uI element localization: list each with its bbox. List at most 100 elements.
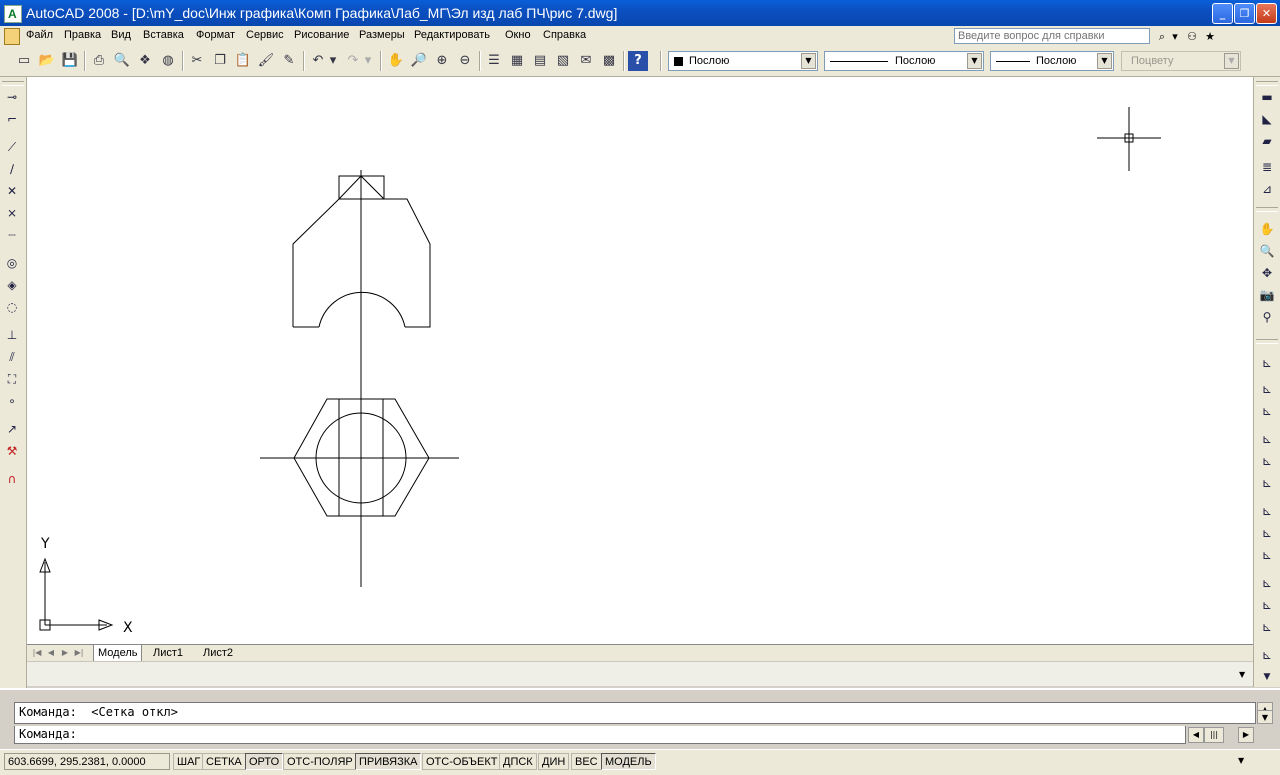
scroll-left-icon[interactable]: ◀: [1188, 727, 1204, 743]
chevron-down-icon[interactable]: ▾: [1170, 29, 1180, 44]
ucs-z-icon[interactable]: ⊾: [1257, 617, 1277, 637]
first-tab-icon[interactable]: |◀: [31, 647, 43, 659]
ray-icon[interactable]: ∕: [2, 159, 22, 179]
linetype-combo[interactable]: Послою ▼: [824, 51, 984, 71]
ucs-world-icon[interactable]: ⊾: [1257, 379, 1277, 399]
document-icon[interactable]: [4, 28, 20, 45]
point-icon[interactable]: ∘: [2, 391, 22, 411]
lineweight-combo[interactable]: Послою ▼: [990, 51, 1114, 71]
menu-format[interactable]: Формат: [196, 29, 235, 41]
command-input[interactable]: Команда:: [14, 726, 1186, 744]
zoom-previous-icon[interactable]: ⊖: [455, 51, 475, 71]
layer-previous-icon[interactable]: ◣: [1257, 109, 1277, 129]
text-style-icon[interactable]: ≣: [1257, 157, 1277, 177]
dyn-toggle[interactable]: ДИН: [538, 753, 570, 770]
construction-line-icon[interactable]: ⌐: [2, 109, 22, 129]
polar-toggle[interactable]: ОТС-ПОЛЯР: [283, 753, 357, 770]
toolbar-grip[interactable]: [1256, 207, 1278, 212]
toolbar-grip[interactable]: [1256, 339, 1278, 344]
revcloud-icon[interactable]: ◌: [2, 297, 22, 317]
nearest-icon[interactable]: ↗: [2, 419, 22, 439]
tab-layout2[interactable]: Лист2: [199, 645, 237, 661]
help-icon[interactable]: ?: [628, 51, 648, 71]
undo-icon[interactable]: ↶: [308, 51, 328, 71]
sheet-set-icon[interactable]: ▧: [553, 51, 573, 71]
menu-dimension[interactable]: Размеры: [359, 29, 405, 41]
extend-icon[interactable]: ✕: [2, 181, 22, 201]
grid-toggle[interactable]: СЕТКА: [202, 753, 246, 770]
perpendicular-icon[interactable]: ⊥: [2, 325, 22, 345]
publish-icon[interactable]: ❖: [135, 51, 155, 71]
line-icon[interactable]: ⊸: [2, 87, 22, 107]
break-icon[interactable]: ┈: [2, 225, 22, 245]
layer-manager-icon[interactable]: ▬: [1257, 87, 1277, 107]
circle-icon[interactable]: ◎: [2, 253, 22, 273]
ucs-object-icon[interactable]: ⊾: [1257, 451, 1277, 471]
snap-toggle[interactable]: ШАГ: [173, 753, 205, 770]
plot-icon[interactable]: ⎙: [89, 51, 109, 71]
ucs-icon[interactable]: ⊾: [1257, 353, 1277, 373]
save-icon[interactable]: 💾: [60, 51, 80, 71]
search-icon[interactable]: ⌕: [1154, 29, 1170, 44]
redo-dropdown-icon[interactable]: ▾: [363, 51, 373, 71]
scroll-down-icon[interactable]: ▼: [1239, 670, 1245, 679]
plot-preview-icon[interactable]: 🔍: [112, 51, 132, 71]
design-center-icon[interactable]: ▦: [507, 51, 527, 71]
otrack-toggle[interactable]: ОТС-ОБЪЕКТ: [422, 753, 502, 770]
3d-orbit-icon[interactable]: ✥: [1257, 263, 1277, 283]
redo-icon[interactable]: ↷: [343, 51, 363, 71]
walk-icon[interactable]: ⚲: [1257, 307, 1277, 327]
undo-dropdown-icon[interactable]: ▾: [328, 51, 338, 71]
ucs-previous-icon[interactable]: ⊾: [1257, 401, 1277, 421]
zoom-window-icon[interactable]: ⊕: [432, 51, 452, 71]
camera-icon[interactable]: 📷: [1257, 285, 1277, 305]
menu-draw[interactable]: Рисование: [294, 29, 349, 41]
insert-block-icon[interactable]: ⛶: [2, 369, 22, 389]
scroll-down-icon[interactable]: ▼: [1257, 667, 1277, 687]
last-tab-icon[interactable]: ▶|: [73, 647, 85, 659]
zoom-realtime-icon[interactable]: 🔎: [409, 51, 429, 71]
copy-icon[interactable]: ❐: [210, 51, 230, 71]
zoom-icon[interactable]: 🔍: [1257, 241, 1277, 261]
autocad-app-icon[interactable]: [4, 5, 22, 23]
properties-icon[interactable]: ☰: [484, 51, 504, 71]
menu-modify[interactable]: Редактировать: [414, 29, 490, 41]
polyline-icon[interactable]: ⟋: [2, 137, 22, 157]
layer-states-icon[interactable]: ▰: [1257, 131, 1277, 151]
ducs-toggle[interactable]: ДПСК: [499, 753, 537, 770]
menu-insert[interactable]: Вставка: [143, 29, 184, 41]
ucs-face-icon[interactable]: ⊾: [1257, 429, 1277, 449]
trim-icon[interactable]: ⨯: [2, 203, 22, 223]
scroll-down-icon[interactable]: ▼: [1257, 710, 1273, 724]
next-tab-icon[interactable]: ▶: [59, 647, 71, 659]
menu-window[interactable]: Окно: [505, 29, 531, 41]
lineweight-toggle[interactable]: ВЕС: [571, 753, 602, 770]
paste-icon[interactable]: 📋: [233, 51, 253, 71]
menu-view[interactable]: Вид: [111, 29, 131, 41]
chevron-down-icon[interactable]: ▼: [801, 53, 816, 69]
ucs-view-icon[interactable]: ⊾: [1257, 473, 1277, 493]
status-menu-icon[interactable]: ▼: [1238, 756, 1244, 765]
ucs-apply-icon[interactable]: ⊾: [1257, 645, 1277, 665]
toolbar-grip[interactable]: [1256, 81, 1278, 86]
ucs-x-icon[interactable]: ⊾: [1257, 573, 1277, 593]
scroll-right-icon[interactable]: ▶: [1238, 727, 1254, 743]
block-editor-icon[interactable]: ✎: [279, 51, 299, 71]
scroll-thumb[interactable]: |||: [1204, 727, 1224, 743]
horizontal-scrollbar[interactable]: ▼: [27, 661, 1253, 686]
osnap-toggle[interactable]: ПРИВЯЗКА: [355, 753, 422, 770]
restore-button[interactable]: ❐: [1234, 3, 1255, 24]
cut-icon[interactable]: ✂: [187, 51, 207, 71]
ucs-zaxis-icon[interactable]: ⊾: [1257, 523, 1277, 543]
toolbar-grip[interactable]: [2, 81, 24, 86]
chevron-down-icon[interactable]: ▼: [967, 53, 982, 69]
drawing-area[interactable]: Y X: [27, 77, 1253, 644]
menu-file[interactable]: Файл: [26, 29, 53, 41]
ucs-y-icon[interactable]: ⊾: [1257, 595, 1277, 615]
markup-icon[interactable]: ✉: [576, 51, 596, 71]
ellipse-icon[interactable]: ◈: [2, 275, 22, 295]
dim-style-icon[interactable]: ⊿: [1257, 179, 1277, 199]
menu-edit[interactable]: Правка: [64, 29, 101, 41]
color-combo[interactable]: Послою ▼: [668, 51, 818, 71]
menu-tools[interactable]: Сервис: [246, 29, 284, 41]
